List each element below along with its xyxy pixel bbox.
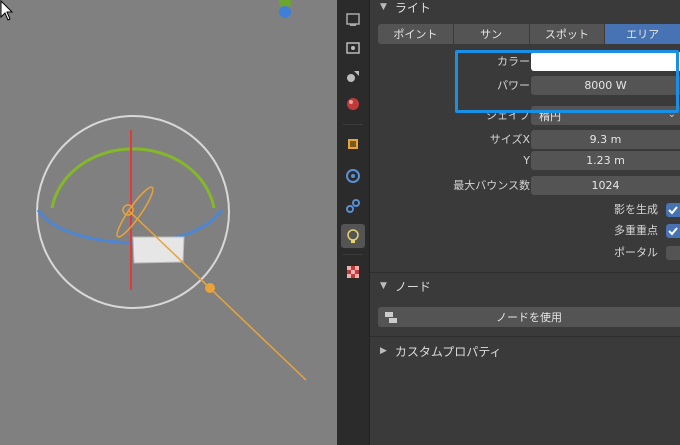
light-type-spot[interactable]: スポット bbox=[529, 24, 605, 44]
tool-tab[interactable] bbox=[341, 8, 365, 32]
light-type-area[interactable]: エリア bbox=[605, 24, 680, 44]
mouse-cursor-icon bbox=[0, 0, 14, 21]
use-nodes-label: ノードを使用 bbox=[496, 311, 562, 324]
object-data-light-tab[interactable] bbox=[341, 224, 365, 248]
texture-tab[interactable] bbox=[341, 260, 365, 284]
light-panel-title: ライト bbox=[394, 0, 431, 15]
custom-props-panel-header[interactable]: ▶ カスタムプロパティ bbox=[370, 340, 680, 362]
multiple-importance-label: 多重重点 bbox=[614, 224, 658, 237]
cast-shadow-label: 影を生成 bbox=[614, 203, 658, 216]
tool-icon bbox=[346, 13, 360, 26]
object-tab[interactable] bbox=[341, 132, 365, 156]
highlight-box bbox=[455, 50, 679, 113]
light-type-sun[interactable]: サン bbox=[453, 24, 529, 44]
object-icon bbox=[348, 139, 358, 149]
light-panel-header[interactable]: ▼ ライト bbox=[370, 0, 680, 18]
collapse-triangle-icon: ▼ bbox=[380, 281, 387, 291]
cast-shadow-checkbox[interactable] bbox=[666, 203, 680, 217]
portal-checkbox[interactable] bbox=[666, 246, 680, 260]
light-type-point[interactable]: ポイント bbox=[378, 24, 453, 44]
node-tree-icon bbox=[385, 312, 397, 323]
3d-viewport[interactable] bbox=[0, 0, 337, 445]
rotate-gizmo-green-arc bbox=[50, 147, 216, 209]
checkmark-icon bbox=[668, 227, 678, 236]
constraints-tab[interactable] bbox=[341, 194, 365, 218]
render-tab[interactable] bbox=[341, 36, 365, 60]
size-y-row: Y 1.23 m bbox=[370, 151, 680, 171]
object-data-light-icon bbox=[347, 229, 359, 243]
size-y-field[interactable]: 1.23 m bbox=[531, 151, 680, 170]
multiple-importance-row: 多重重点 bbox=[370, 221, 680, 241]
light-type-tabs: ポイント サン スポット エリア bbox=[378, 24, 680, 44]
properties-tab-bar bbox=[337, 0, 370, 445]
physics-tab[interactable] bbox=[341, 164, 365, 188]
texture-icon bbox=[347, 266, 359, 278]
area-light-plane bbox=[132, 236, 185, 264]
checkmark-icon bbox=[668, 206, 678, 215]
custom-props-panel-title: カスタムプロパティ bbox=[394, 344, 502, 359]
viewport-scene[interactable] bbox=[0, 0, 337, 445]
render-icon bbox=[346, 42, 360, 54]
portal-row: ポータル bbox=[370, 243, 680, 263]
output-icon bbox=[347, 71, 359, 82]
cast-shadow-row: 影を生成 bbox=[370, 200, 680, 220]
size-x-label: サイズX bbox=[489, 133, 530, 146]
collapse-triangle-icon: ▼ bbox=[380, 2, 387, 12]
portal-label: ポータル bbox=[614, 246, 658, 259]
max-bounces-label: 最大バウンス数 bbox=[453, 179, 530, 192]
size-x-field[interactable]: 9.3 m bbox=[531, 130, 680, 149]
multiple-importance-checkbox[interactable] bbox=[666, 224, 680, 238]
max-bounces-row: 最大バウンス数 1024 bbox=[370, 176, 680, 196]
scene-tab[interactable] bbox=[341, 92, 365, 116]
max-bounces-field[interactable]: 1024 bbox=[531, 176, 680, 195]
expand-triangle-icon: ▶ bbox=[380, 346, 387, 356]
constraints-icon bbox=[346, 199, 360, 213]
scene-icon bbox=[347, 98, 359, 110]
use-nodes-button[interactable]: ノードを使用 bbox=[378, 307, 680, 327]
node-panel-title: ノード bbox=[394, 279, 431, 294]
size-y-label: Y bbox=[523, 154, 530, 167]
physics-icon bbox=[346, 169, 360, 183]
size-x-row: サイズX 9.3 m bbox=[370, 130, 680, 150]
navigation-gizmo-blue-dot bbox=[279, 6, 291, 18]
output-tab[interactable] bbox=[341, 64, 365, 88]
node-panel-header[interactable]: ▼ ノード bbox=[370, 275, 680, 297]
